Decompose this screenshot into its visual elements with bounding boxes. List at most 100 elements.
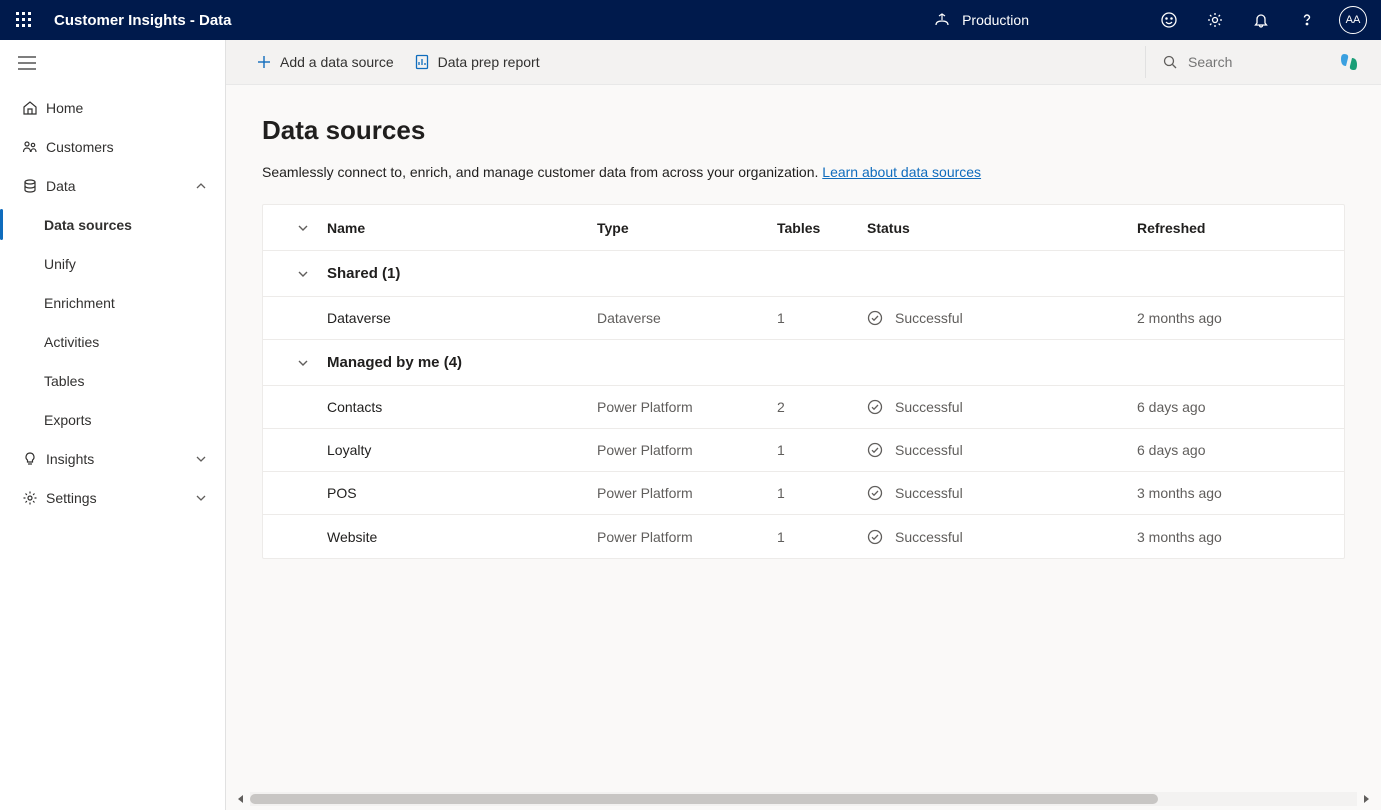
triangle-right-icon (1361, 794, 1371, 804)
row-type: Power Platform (597, 529, 777, 545)
horizontal-scrollbar[interactable] (234, 792, 1373, 806)
copilot-button[interactable] (1325, 51, 1373, 73)
column-header-name[interactable]: Name (327, 220, 597, 236)
global-header: Customer Insights - Data Production AA (0, 0, 1381, 40)
page-description-text: Seamlessly connect to, enrich, and manag… (262, 164, 822, 180)
settings-button[interactable] (1195, 0, 1235, 40)
scroll-right-button[interactable] (1359, 792, 1373, 806)
row-type: Power Platform (597, 442, 777, 458)
app-title: Customer Insights - Data (54, 12, 232, 29)
table-group-header[interactable]: Managed by me (4) (263, 340, 1344, 386)
scrollbar-thumb[interactable] (250, 794, 1158, 804)
page-description: Seamlessly connect to, enrich, and manag… (262, 164, 1345, 180)
sidebar-item-label: Insights (46, 451, 94, 467)
sidebar-toggle[interactable] (0, 48, 225, 78)
gear-icon (1206, 11, 1224, 29)
environment-picker[interactable]: Production (934, 12, 1029, 28)
sidebar-item-data-sources[interactable]: Data sources (0, 205, 225, 244)
table-row[interactable]: Loyalty Power Platform 1 Successful 6 da… (263, 429, 1344, 472)
sidebar-item-customers[interactable]: Customers (0, 127, 225, 166)
row-refreshed: 3 months ago (1137, 485, 1328, 501)
sidebar-item-tables[interactable]: Tables (0, 361, 225, 400)
sidebar-item-label: Exports (44, 412, 91, 428)
row-type: Power Platform (597, 485, 777, 501)
search-input[interactable] (1188, 54, 1308, 70)
command-bar: Add a data source Data prep report (226, 40, 1381, 85)
row-type: Dataverse (597, 310, 777, 326)
sidebar-item-home[interactable]: Home (0, 88, 225, 127)
success-icon (867, 485, 883, 501)
search-box[interactable] (1145, 46, 1325, 78)
plus-icon (256, 54, 272, 70)
avatar: AA (1339, 6, 1367, 34)
sidebar-item-unify[interactable]: Unify (0, 244, 225, 283)
sidebar-item-activities[interactable]: Activities (0, 322, 225, 361)
add-data-source-button[interactable]: Add a data source (246, 48, 404, 76)
row-status: Successful (867, 310, 1137, 326)
sidebar: Home Customers Data Data sources Unify E… (0, 40, 226, 810)
row-status-label: Successful (895, 442, 963, 458)
chevron-down-icon (297, 222, 309, 234)
table-header-row: Name Type Tables Status Refreshed (263, 205, 1344, 251)
column-header-type[interactable]: Type (597, 220, 777, 236)
sidebar-item-exports[interactable]: Exports (0, 400, 225, 439)
main-region: Add a data source Data prep report Data … (226, 40, 1381, 810)
table-group-header[interactable]: Shared (1) (263, 251, 1344, 297)
row-refreshed: 3 months ago (1137, 529, 1328, 545)
help-button[interactable] (1287, 0, 1327, 40)
row-tables: 1 (777, 529, 867, 545)
row-status: Successful (867, 485, 1137, 501)
report-icon (414, 54, 430, 70)
column-header-tables[interactable]: Tables (777, 220, 867, 236)
scrollbar-track[interactable] (250, 792, 1357, 806)
notifications-button[interactable] (1241, 0, 1281, 40)
sidebar-item-settings[interactable]: Settings (0, 478, 225, 517)
question-icon (1298, 11, 1316, 29)
avatar-initials: AA (1346, 14, 1361, 26)
environment-icon (934, 12, 950, 28)
success-icon (867, 399, 883, 415)
app-launcher-button[interactable] (8, 4, 40, 36)
group-toggle[interactable] (279, 268, 327, 280)
feedback-button[interactable] (1149, 0, 1189, 40)
sidebar-item-insights[interactable]: Insights (0, 439, 225, 478)
sidebar-item-label: Home (46, 100, 83, 116)
row-name: POS (327, 485, 597, 501)
sidebar-item-label: Data sources (44, 217, 132, 233)
sidebar-item-label: Tables (44, 373, 84, 389)
scroll-left-button[interactable] (234, 792, 248, 806)
group-title: Shared (1) (327, 265, 597, 282)
row-name: Dataverse (327, 310, 597, 326)
sidebar-item-label: Settings (46, 490, 97, 506)
learn-about-data-sources-link[interactable]: Learn about data sources (822, 164, 981, 180)
collapse-all-toggle[interactable] (279, 222, 327, 234)
table-row[interactable]: Website Power Platform 1 Successful 3 mo… (263, 515, 1344, 558)
data-icon (18, 178, 42, 194)
data-prep-report-button[interactable]: Data prep report (404, 48, 550, 76)
row-status-label: Successful (895, 529, 963, 545)
sidebar-item-enrichment[interactable]: Enrichment (0, 283, 225, 322)
group-toggle[interactable] (279, 357, 327, 369)
sidebar-item-label: Data (46, 178, 76, 194)
success-icon (867, 442, 883, 458)
table-row[interactable]: Contacts Power Platform 2 Successful 6 d… (263, 386, 1344, 429)
sidebar-item-label: Enrichment (44, 295, 115, 311)
column-header-status[interactable]: Status (867, 220, 1137, 236)
gear-icon (18, 490, 42, 506)
sidebar-item-data[interactable]: Data (0, 166, 225, 205)
table-row[interactable]: Dataverse Dataverse 1 Successful 2 month… (263, 297, 1344, 340)
customers-icon (18, 139, 42, 155)
row-tables: 1 (777, 485, 867, 501)
table-row[interactable]: POS Power Platform 1 Successful 3 months… (263, 472, 1344, 515)
row-refreshed: 6 days ago (1137, 399, 1328, 415)
triangle-left-icon (236, 794, 246, 804)
account-button[interactable]: AA (1333, 0, 1373, 40)
lightbulb-icon (18, 451, 42, 467)
row-tables: 1 (777, 310, 867, 326)
column-header-refreshed[interactable]: Refreshed (1137, 220, 1328, 236)
chevron-down-icon (195, 492, 207, 504)
chevron-down-icon (297, 268, 309, 280)
page-title: Data sources (262, 115, 1345, 146)
smiley-icon (1160, 11, 1178, 29)
column-header-status-label: Status (867, 220, 910, 236)
